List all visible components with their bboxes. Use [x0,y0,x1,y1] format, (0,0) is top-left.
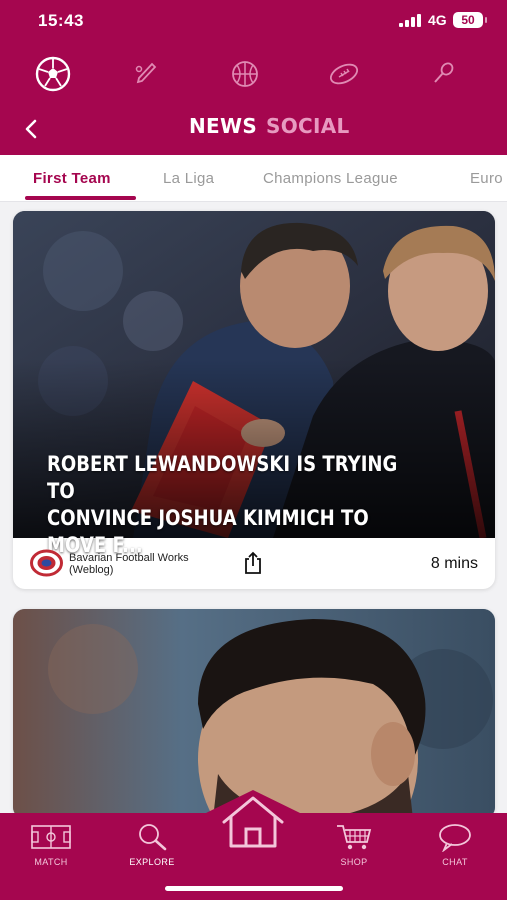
article-meta: Bavarian Football Works (Weblog) 8 mins [13,538,495,589]
nav-match-label: MATCH [34,857,68,867]
nav-shop-label: SHOP [340,857,368,867]
status-bar: 15:43 4G 50 [0,0,507,42]
rugby-icon[interactable] [323,56,365,92]
subtab-la-liga[interactable]: La Liga [163,170,214,187]
subtab-first-team[interactable]: First Team [33,170,111,187]
tennis-icon[interactable] [422,56,464,92]
article-time: 8 mins [430,555,478,572]
nav-explore[interactable]: EXPLORE [117,821,187,867]
home-indicator [165,886,343,891]
network-label: 4G [428,12,447,28]
pitch-icon [16,821,86,853]
back-chevron-icon[interactable] [18,114,46,144]
nav-chat-label: CHAT [442,857,468,867]
nav-shop[interactable]: SHOP [319,821,389,867]
cricket-icon[interactable] [125,56,167,92]
status-time: 15:43 [38,11,84,30]
battery-icon: 50 [453,12,487,28]
news-card[interactable]: ROBERT LEWANDOWSKI IS TRYING TO CONVINCE… [13,211,495,589]
subtabs-bar: First Team La Liga Champions League Euro [0,155,507,202]
top-bar: 15:43 4G 50 NEWS SOCIAL [0,0,507,155]
subtab-euro[interactable]: Euro [470,170,503,187]
subtab-champions-league[interactable]: Champions League [263,170,398,187]
football-icon[interactable] [32,56,74,92]
tab-news[interactable]: NEWS [189,114,257,138]
tab-social[interactable]: SOCIAL [266,114,350,138]
cart-icon [319,821,389,853]
share-icon[interactable] [242,551,264,575]
nav-chat[interactable]: CHAT [420,821,490,867]
signal-icon [399,14,423,27]
subtab-active-indicator [25,196,136,200]
article-source: Bavarian Football Works (Weblog) [69,552,189,576]
nav-match[interactable]: MATCH [16,821,86,867]
search-icon [117,821,187,853]
basketball-icon[interactable] [224,56,266,92]
nav-explore-label: EXPLORE [129,857,175,867]
source-logo-icon [30,549,63,577]
home-button[interactable] [206,788,300,848]
chat-bubble-icon [420,821,490,853]
